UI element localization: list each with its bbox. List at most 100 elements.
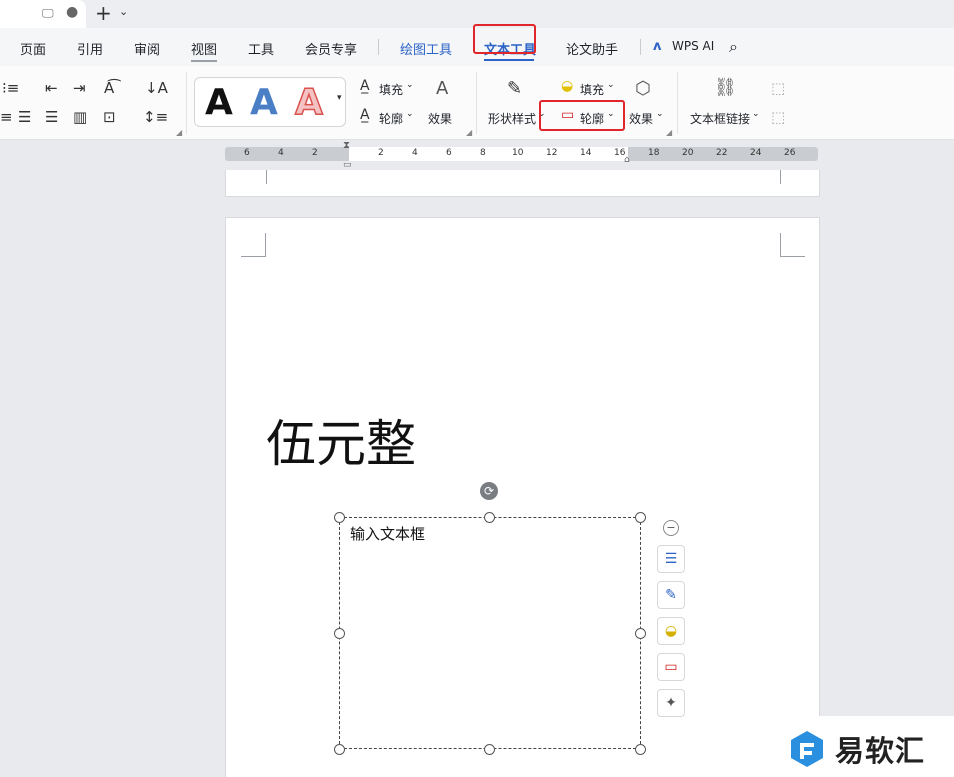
new-tab-plus-icon[interactable]: + xyxy=(95,1,112,25)
numbered-list-icon[interactable]: ⁝≡ xyxy=(2,79,19,97)
distribute-icon[interactable]: ▥ xyxy=(73,108,87,126)
menu-page[interactable]: 页面 xyxy=(20,39,46,58)
textbox-content[interactable]: 输入文本框 xyxy=(350,523,425,544)
menu-reference[interactable]: 引用 xyxy=(77,39,103,58)
ruler-number: 4 xyxy=(412,148,418,158)
chevron-down-icon[interactable]: ⌄ xyxy=(406,109,414,119)
monitor-icon[interactable]: 🖵 xyxy=(42,6,54,21)
crop-mark xyxy=(266,170,267,184)
chevron-down-icon[interactable]: ⌄ xyxy=(119,5,128,18)
ruler-number: 26 xyxy=(784,148,796,158)
text-effect-button[interactable]: 效果 xyxy=(428,110,452,127)
shape-effect-icon: ⬡ xyxy=(635,78,651,99)
resize-handle[interactable] xyxy=(334,512,345,523)
style-red-outline-a[interactable]: A xyxy=(294,81,323,124)
menu-review[interactable]: 审阅 xyxy=(134,39,160,58)
ribbon-divider xyxy=(186,72,187,134)
align-icon[interactable]: ≡ xyxy=(0,108,13,126)
left-indent-marker-icon[interactable]: ▭ xyxy=(343,160,352,170)
decrease-indent-icon[interactable]: ⇤ xyxy=(45,79,58,97)
shape-fill-button[interactable]: 填充 xyxy=(580,81,604,98)
menu-divider xyxy=(378,39,379,55)
resize-handle[interactable] xyxy=(334,628,345,639)
indent-marker-icon[interactable]: ⧗ xyxy=(343,140,350,151)
increase-indent-icon[interactable]: ⇥ xyxy=(73,79,86,97)
text-outline-icon: A̲ xyxy=(360,107,370,123)
text-style-gallery[interactable]: A A A xyxy=(194,77,346,127)
search-icon[interactable]: ⌕ xyxy=(729,37,738,57)
ruler-number: 4 xyxy=(278,148,284,158)
paragraph-spacing-icon[interactable]: ⊡ xyxy=(103,108,116,126)
text-wrap-icon[interactable]: ☰ xyxy=(657,545,685,573)
menu-tools[interactable]: 工具 xyxy=(248,39,274,58)
resize-handle[interactable] xyxy=(635,512,646,523)
more-tools-icon[interactable]: ✦ xyxy=(657,689,685,717)
shape-fill-icon: ◒ xyxy=(561,78,574,94)
ruler-number: 8 xyxy=(480,148,486,158)
dialog-launcher-icon[interactable]: ◢ xyxy=(176,128,182,137)
chevron-down-icon[interactable]: ⌄ xyxy=(656,109,664,119)
resize-handle[interactable] xyxy=(635,628,646,639)
ruler-number: 18 xyxy=(648,148,660,158)
fill-bucket-icon[interactable]: ◒ xyxy=(657,617,685,645)
right-indent-marker-icon[interactable]: ⌂ xyxy=(624,155,630,165)
menu-wps-ai[interactable]: WPS AI xyxy=(672,39,714,53)
textbox-prev-icon[interactable]: ⬚ xyxy=(771,79,785,97)
horizontal-ruler[interactable]: 6 4 2 2 4 6 8 10 12 14 16 18 20 22 24 26 xyxy=(225,147,818,161)
crop-mark xyxy=(780,170,781,184)
menu-member[interactable]: 会员专享 xyxy=(305,39,357,58)
text-fill-icon: A̲ xyxy=(360,78,370,94)
collapse-toolbar-icon[interactable]: − xyxy=(663,520,679,536)
chevron-down-icon[interactable]: ⌄ xyxy=(406,80,414,90)
rotate-handle-icon[interactable]: ⟳ xyxy=(480,482,498,500)
dialog-launcher-icon[interactable]: ◢ xyxy=(466,128,472,137)
text-tools-highlight xyxy=(473,24,536,54)
chevron-down-icon[interactable]: ⌄ xyxy=(752,109,760,119)
ruler-number: 12 xyxy=(546,148,558,158)
resize-handle[interactable] xyxy=(484,512,495,523)
resize-handle[interactable] xyxy=(484,744,495,755)
ruler-number: 10 xyxy=(512,148,524,158)
shape-style-icon: ✎ xyxy=(507,78,523,99)
line-spacing-icon[interactable]: ↕≡ xyxy=(143,108,168,126)
view-underline xyxy=(191,60,217,62)
ruler-number: 2 xyxy=(378,148,384,158)
chevron-down-icon[interactable]: ⌄ xyxy=(607,80,615,90)
textbox-next-icon[interactable]: ⬚ xyxy=(771,108,785,126)
gallery-more-icon[interactable]: ▾ xyxy=(337,93,342,103)
ribbon-divider xyxy=(476,72,477,134)
resize-handle[interactable] xyxy=(334,744,345,755)
selected-textbox[interactable]: 输入文本框 xyxy=(339,517,641,749)
style-black-a[interactable]: A xyxy=(205,82,233,123)
menu-paper-assistant[interactable]: 论文助手 xyxy=(566,39,618,58)
textbox-link-button[interactable]: 文本框链接 xyxy=(690,110,750,127)
watermark: 易软汇 xyxy=(775,716,954,777)
shape-style-brush-icon[interactable]: ✎ xyxy=(657,581,685,609)
text-effect-icon: A xyxy=(436,78,449,99)
dialog-launcher-icon[interactable]: ◢ xyxy=(666,128,672,137)
wps-ai-logo-icon: ʌ xyxy=(653,39,662,54)
text-size-icon[interactable]: A͡ xyxy=(104,79,114,97)
menu-drawing-tools[interactable]: 绘图工具 xyxy=(400,39,452,58)
shape-effect-button[interactable]: 效果 xyxy=(629,110,653,127)
watermark-text: 易软汇 xyxy=(835,734,926,768)
outline-icon[interactable]: ▭ xyxy=(657,653,685,681)
shape-style-button[interactable]: 形状样式 xyxy=(488,110,536,127)
menu-view[interactable]: 视图 xyxy=(191,39,217,58)
style-blue-a[interactable]: A xyxy=(250,82,278,123)
ruler-number: 6 xyxy=(446,148,452,158)
sort-icon[interactable]: ↓A xyxy=(145,79,168,97)
previous-page xyxy=(225,170,820,197)
crop-mark xyxy=(780,233,805,257)
text-fill-button[interactable]: 填充 xyxy=(379,81,403,98)
ribbon: ⁝≡ ⇤ ⇥ A͡ ↓A ≡ ☰ ☰ ▥ ⊡ ↕≡ ◢ A A A ▾ A̲ 填… xyxy=(0,66,954,140)
align-right-icon[interactable]: ☰ xyxy=(18,108,31,126)
document-tab[interactable]: 🖵 ● xyxy=(0,0,86,28)
ruler-number: 14 xyxy=(580,148,592,158)
document-heading-text[interactable]: 伍元整 xyxy=(266,404,416,476)
text-outline-button[interactable]: 轮廓 xyxy=(379,110,403,127)
justify-icon[interactable]: ☰ xyxy=(45,108,58,126)
menu-divider-2 xyxy=(640,39,641,55)
text-tools-underline xyxy=(484,59,534,61)
resize-handle[interactable] xyxy=(635,744,646,755)
